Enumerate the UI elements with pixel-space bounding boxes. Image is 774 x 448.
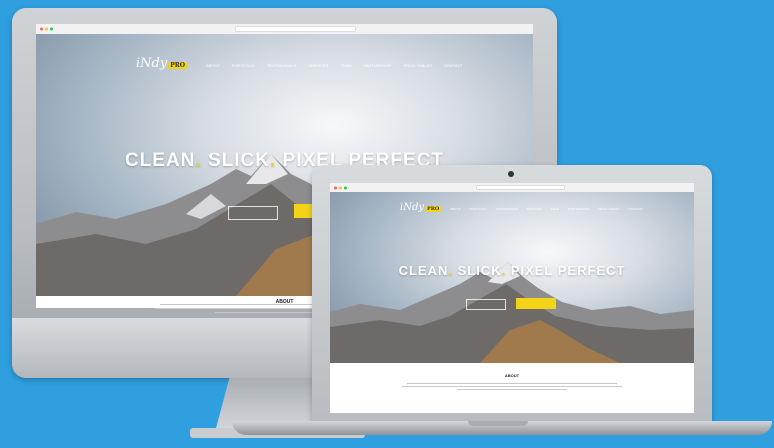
logo-text: iNdy <box>400 202 424 213</box>
hero-section: iNdy PRO ABOUT PORTFOLIO TESTIMONIALS SER… <box>330 192 694 363</box>
primary-button[interactable] <box>516 298 556 309</box>
main-nav: ABOUT PORTFOLIO TESTIMONIALS SERVICES TE… <box>206 63 463 68</box>
camera-icon <box>508 171 514 177</box>
main-nav: ABOUT PORTFOLIO TESTIMONIALS SERVICES TE… <box>450 207 643 211</box>
nav-item-services[interactable]: SERVICES <box>527 207 542 211</box>
site-logo[interactable]: iNdy PRO <box>400 202 442 213</box>
maximize-dot-icon[interactable] <box>50 27 53 31</box>
minimize-dot-icon[interactable] <box>45 27 48 31</box>
nav-item-contact[interactable]: CONTACT <box>628 207 642 211</box>
nav-item-testimonials[interactable]: TESTIMONIALS <box>267 63 296 68</box>
laptop-notch <box>468 421 528 426</box>
maximize-dot-icon[interactable] <box>344 186 347 189</box>
nav-item-portfolio[interactable]: PORTFOLIO <box>232 63 255 68</box>
logo-badge: PRO <box>425 206 442 212</box>
about-heading: ABOUT <box>504 373 520 378</box>
laptop-screen: iNdy PRO ABOUT PORTFOLIO TESTIMONIALS SER… <box>330 183 694 413</box>
about-text-lines <box>390 383 634 390</box>
window-controls <box>40 27 53 31</box>
nav-item-price-tables[interactable]: PRICE TABLES <box>404 63 432 68</box>
close-dot-icon[interactable] <box>334 186 337 189</box>
nav-item-contact[interactable]: CONTACT <box>444 63 463 68</box>
address-bar[interactable] <box>234 26 357 32</box>
logo-badge: PRO <box>168 62 187 69</box>
secondary-button[interactable] <box>466 299 506 310</box>
secondary-button[interactable] <box>228 206 278 220</box>
nav-item-partnership[interactable]: PARTNERSHIP <box>568 207 589 211</box>
close-dot-icon[interactable] <box>40 27 43 31</box>
minimize-dot-icon[interactable] <box>339 186 342 189</box>
nav-item-team[interactable]: TEAM <box>551 207 559 211</box>
hero-headline: CLEAN. SLICK. PIXEL PERFECT <box>398 263 626 278</box>
nav-item-partnership[interactable]: PARTNERSHIP <box>363 63 391 68</box>
nav-item-about[interactable]: ABOUT <box>450 207 460 211</box>
nav-item-team[interactable]: TEAM <box>340 63 351 68</box>
logo-text: iNdy <box>136 56 168 71</box>
nav-item-price-tables[interactable]: PRICE TABLES <box>598 207 619 211</box>
nav-item-portfolio[interactable]: PORTFOLIO <box>469 207 486 211</box>
laptop-device: iNdy PRO ABOUT PORTFOLIO TESTIMONIALS SER… <box>312 165 712 423</box>
nav-item-services[interactable]: SERVICES <box>308 63 328 68</box>
nav-item-testimonials[interactable]: TESTIMONIALS <box>496 207 518 211</box>
window-controls <box>334 186 347 189</box>
nav-item-about[interactable]: ABOUT <box>206 63 220 68</box>
site-logo[interactable]: iNdy PRO <box>136 56 187 71</box>
address-bar[interactable] <box>475 185 565 190</box>
